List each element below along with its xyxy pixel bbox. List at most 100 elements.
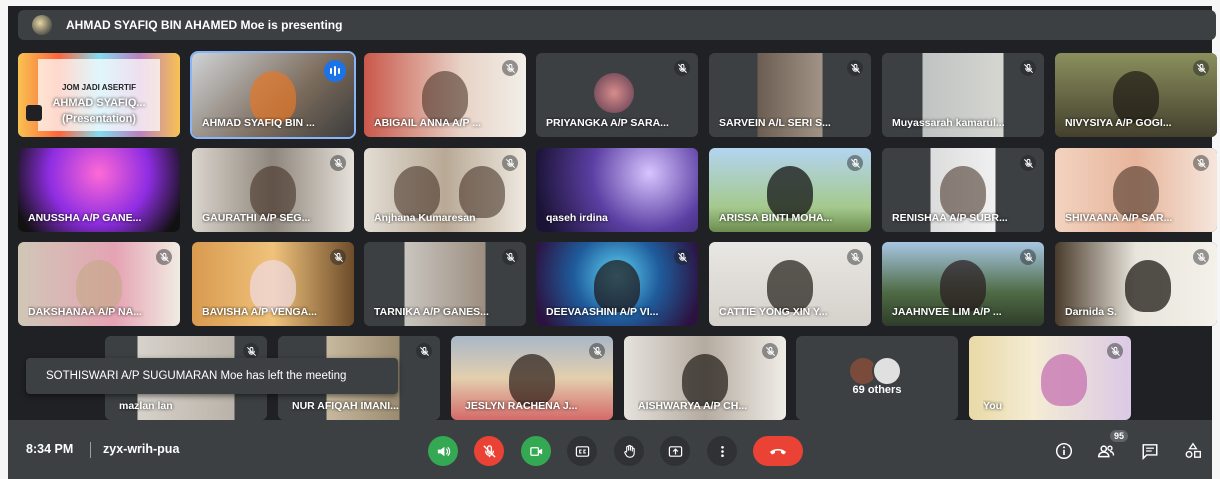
mic-off-icon (1193, 60, 1209, 76)
mic-off-icon (243, 343, 259, 359)
tile-name: DEEVAASHINI A/P VI... (546, 306, 659, 318)
participants-count-badge: 95 (1110, 430, 1129, 442)
hang-up-icon (770, 449, 786, 455)
mic-off-icon (502, 249, 518, 265)
mic-off-icon (156, 249, 172, 265)
tile-participant[interactable]: TARNIKA A/P GANES... (364, 242, 526, 326)
mic-off-icon (1193, 155, 1209, 171)
chat-button[interactable] (1139, 440, 1161, 462)
tile-participant[interactable]: CATTIE YONG XIN Y... (709, 242, 871, 326)
others-count: 69 others (852, 384, 902, 396)
captions-button[interactable] (567, 436, 597, 466)
camera-button[interactable] (521, 436, 551, 466)
tile-participant[interactable]: AHMAD SYAFIQ BIN ... (190, 51, 356, 139)
tile-name: SARVEIN A/L SERI S... (719, 117, 831, 129)
tile-participant[interactable]: NIVYSIYA A/P GOGI... (1055, 53, 1217, 137)
mic-off-icon (762, 343, 778, 359)
tile-name: mazlan lan (119, 400, 173, 412)
mic-off-icon (330, 155, 346, 171)
tile-self[interactable]: You (969, 336, 1131, 420)
mic-off-icon (847, 249, 863, 265)
tile-participant[interactable]: SHIVAANA A/P SAR... (1055, 148, 1217, 232)
tile-name: GAURATHI A/P SEG... (202, 212, 311, 224)
raise-hand-button[interactable] (614, 436, 644, 466)
mic-off-icon (589, 343, 605, 359)
mic-off-icon (330, 249, 346, 265)
tile-participant[interactable]: PRIYANGKA A/P SARA... (536, 53, 698, 137)
mic-off-icon (847, 60, 863, 76)
tile-name: JAAHNVEE LIM A/P ... (892, 306, 1002, 318)
tile-name: ARISSA BINTI MOHA... (719, 212, 833, 224)
activities-button[interactable] (1182, 440, 1204, 462)
tile-participant[interactable]: AISHWARYA A/P CH... (624, 336, 786, 420)
tile-name: ABIGAIL ANNA A/P ... (374, 117, 481, 129)
tile-participant[interactable]: ANUSSHA A/P GANE... (18, 148, 180, 232)
tile-name: DAKSHANAA A/P NA... (28, 306, 142, 318)
mic-off-icon (416, 343, 432, 359)
tile-participant[interactable]: JESLYN RACHENA J... (451, 336, 613, 420)
tile-participant[interactable]: RENISHAA A/P SUBR... (882, 148, 1044, 232)
tile-name: NIVYSIYA A/P GOGI... (1065, 117, 1172, 129)
tile-participant[interactable]: DAKSHANAA A/P NA... (18, 242, 180, 326)
mic-off-icon (1020, 249, 1036, 265)
speaking-indicator-icon (324, 60, 346, 82)
tile-name: Muyassarah kamarul... (892, 117, 1005, 129)
tile-participant[interactable]: DEEVAASHINI A/P VI... (536, 242, 698, 326)
chat-icon (1142, 444, 1158, 460)
more-options-button[interactable] (707, 436, 737, 466)
leave-call-button[interactable] (753, 436, 803, 466)
tile-name-suffix: (Presentation) (62, 113, 136, 125)
mic-off-icon (674, 249, 690, 265)
tile-participant[interactable]: BAVISHA A/P VENGA... (192, 242, 354, 326)
control-bar: 8:34 PM zyx-wrih-pua 95 (8, 420, 1212, 479)
tile-participant[interactable]: Darnida S. (1055, 242, 1217, 326)
presenting-banner[interactable]: AHMAD SYAFIQ BIN AHAMED Moe is presentin… (18, 10, 1216, 40)
people-button[interactable] (1095, 440, 1117, 462)
tile-participant[interactable]: ABIGAIL ANNA A/P ... (364, 53, 526, 137)
tile-name: BAVISHA A/P VENGA... (202, 306, 317, 318)
tile-participant[interactable]: ARISSA BINTI MOHA... (709, 148, 871, 232)
tile-participant[interactable]: SARVEIN A/L SERI S... (709, 53, 871, 137)
left-meeting-notification: SOTHISWARI A/P SUGUMARAN Moe has left th… (26, 358, 398, 394)
mic-off-icon (674, 60, 690, 76)
tile-participant[interactable]: JAAHNVEE LIM A/P ... (882, 242, 1044, 326)
tile-others[interactable]: 69 others (796, 336, 958, 420)
video-camera-icon (529, 446, 542, 456)
present-now-button[interactable] (660, 436, 690, 466)
tile-participant[interactable]: GAURATHI A/P SEG... (192, 148, 354, 232)
tile-name: AISHWARYA A/P CH... (638, 400, 748, 412)
tile-name: CATTIE YONG XIN Y... (719, 306, 828, 318)
participant-avatar (594, 73, 634, 113)
others-avatars (848, 356, 902, 386)
mic-off-icon (502, 60, 518, 76)
notification-text: SOTHISWARI A/P SUGUMARAN Moe has left th… (46, 370, 347, 382)
tile-participant[interactable]: Muyassarah kamarul... (882, 53, 1044, 137)
tile-name: SHIVAANA A/P SAR... (1065, 212, 1173, 224)
tile-participant[interactable]: Anjhana Kumaresan (364, 148, 526, 232)
tile-name: AHMAD SYAFIQ BIN ... (202, 117, 315, 129)
window-edge-left (0, 0, 8, 479)
avatar (872, 356, 902, 386)
meeting-time: 8:34 PM (26, 442, 74, 456)
tile-name: qaseh irdina (546, 212, 608, 224)
presenter-avatar (32, 15, 52, 35)
slide-title: JOM JADI ASERTIF (62, 83, 136, 92)
tile-participant[interactable]: qaseh irdina (536, 148, 698, 232)
tile-presentation[interactable]: JOM JADI ASERTIF AHMAD SYAFIQ... (Presen… (18, 53, 180, 137)
tile-name: AHMAD SYAFIQ... (52, 97, 146, 109)
tile-name: TARNIKA A/P GANES... (374, 306, 489, 318)
tile-name: NUR AFIQAH IMANI... (292, 400, 399, 412)
microphone-button[interactable] (474, 436, 504, 466)
closed-captions-icon (575, 445, 589, 457)
divider (90, 442, 91, 458)
meeting-code: zyx-wrih-pua (103, 442, 180, 456)
speaker-button[interactable] (428, 436, 458, 466)
hand-icon (623, 444, 635, 458)
tile-name: Darnida S. (1065, 306, 1117, 318)
volume-icon (437, 446, 450, 456)
info-icon (1055, 442, 1073, 460)
present-screen-icon (668, 445, 682, 457)
meeting-details-button[interactable] (1053, 440, 1075, 462)
tile-name: Anjhana Kumaresan (374, 212, 476, 224)
mic-off-icon (847, 155, 863, 171)
